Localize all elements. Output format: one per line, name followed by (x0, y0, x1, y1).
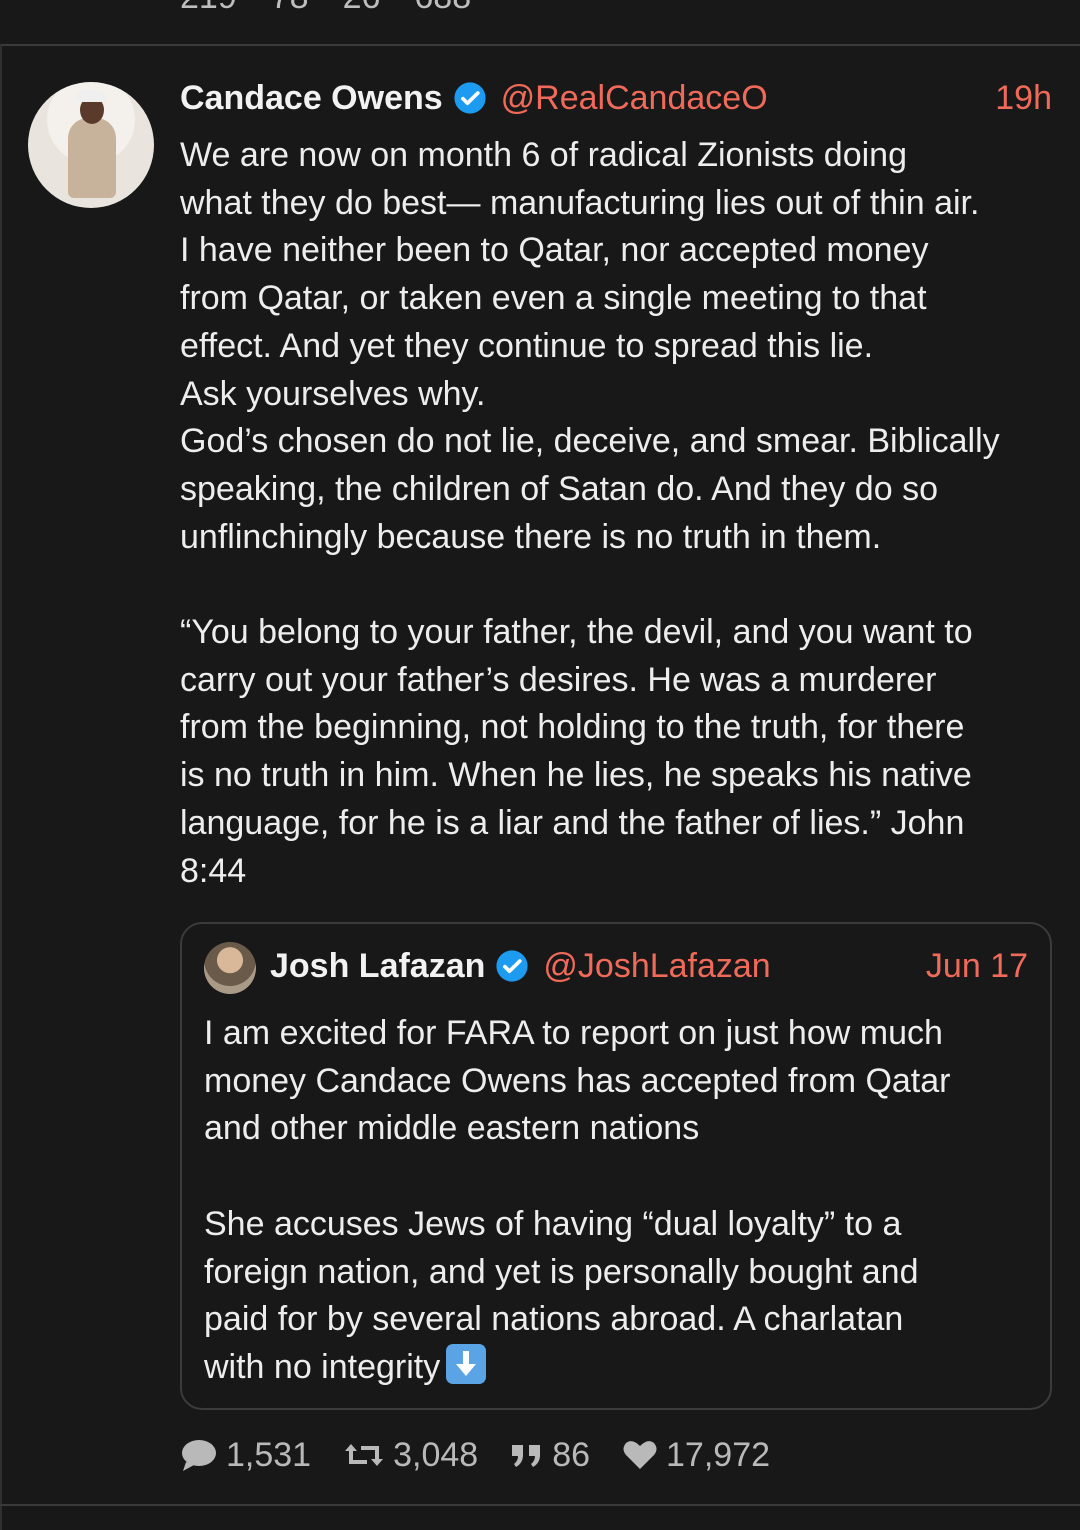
avatar-figure-hat (76, 90, 106, 102)
quoted-avatar[interactable] (204, 942, 256, 994)
previous-tweet-stats: 219 78 26 688 (180, 0, 471, 17)
quoted-tweet-text-container: I am excited for FARA to report on just … (204, 1010, 1024, 1392)
previous-quote-count[interactable]: 26 (343, 0, 381, 17)
previous-tweet-strip: 219 78 26 688 (0, 0, 1080, 46)
quoted-author-name[interactable]: Josh Lafazan (270, 947, 485, 986)
down-arrow-emoji-icon (446, 1343, 487, 1384)
quote-count: 86 (552, 1435, 591, 1474)
previous-reply-count[interactable]: 219 (180, 0, 237, 17)
like-button[interactable]: 17,972 (622, 1436, 770, 1475)
reply-count: 1,531 (226, 1435, 312, 1474)
retweet-button[interactable]: 3,048 (343, 1436, 478, 1475)
quoted-tweet[interactable]: Josh Lafazan @JoshLafazan Jun 17 I am ex… (180, 922, 1052, 1410)
tweet-timestamp[interactable]: 19h (995, 79, 1052, 118)
tweet[interactable]: Candace Owens @RealCandaceO 19h We are n… (0, 46, 1080, 1504)
retweet-count: 3,048 (393, 1435, 479, 1474)
verified-badge-icon (496, 950, 528, 982)
quoted-tweet-header: Josh Lafazan @JoshLafazan Jun 17 (270, 944, 1028, 988)
verified-badge-icon (454, 82, 486, 114)
previous-like-count[interactable]: 688 (414, 0, 471, 17)
reply-button[interactable]: 1,531 (180, 1436, 311, 1475)
reply-icon (182, 1440, 216, 1471)
quoted-author-handle[interactable]: @JoshLafazan (543, 947, 770, 986)
like-count: 17,972 (666, 1435, 771, 1474)
tweet-text: We are now on month 6 of radical Zionist… (180, 136, 1000, 890)
quote-icon (512, 1445, 541, 1467)
bottom-divider (0, 1504, 1080, 1506)
retweet-icon (345, 1444, 384, 1466)
tweet-header: Candace Owens @RealCandaceO 19h (180, 76, 1052, 120)
previous-retweet-count[interactable]: 78 (271, 0, 309, 17)
quoted-tweet-timestamp[interactable]: Jun 17 (926, 947, 1028, 986)
avatar-figure-body (68, 118, 116, 198)
avatar[interactable] (28, 82, 154, 208)
author-name[interactable]: Candace Owens (180, 79, 443, 118)
quote-button[interactable]: 86 (510, 1436, 590, 1475)
author-handle[interactable]: @RealCandaceO (501, 79, 768, 118)
quoted-tweet-text: I am excited for FARA to report on just … (204, 1014, 951, 1386)
heart-icon (623, 1441, 657, 1469)
tweet-actions: 1,531 3,048 86 17,972 (180, 1430, 802, 1480)
